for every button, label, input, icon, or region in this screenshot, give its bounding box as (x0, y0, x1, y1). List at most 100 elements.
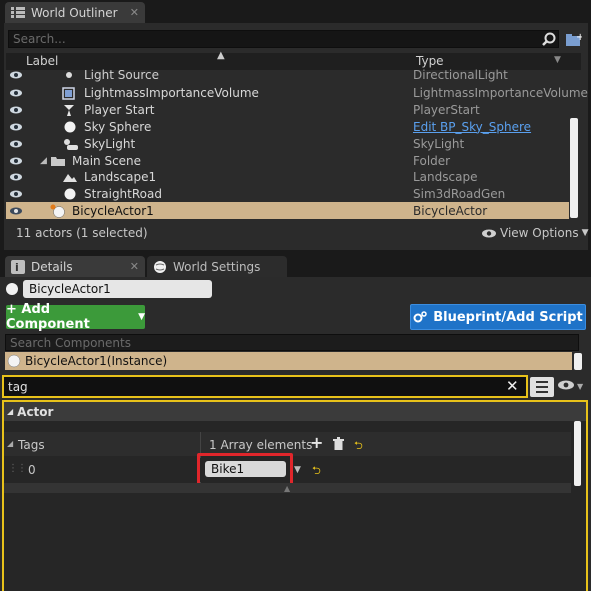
grip-icon[interactable]: ▲ (284, 484, 290, 493)
landscape-icon (63, 171, 77, 183)
tab-world-outliner[interactable]: World Outliner ✕ (5, 2, 145, 23)
view-options-button[interactable]: View Options ▼ (482, 226, 589, 240)
list-item[interactable]: Light Source DirectionalLight (6, 68, 569, 82)
actor-category-frame (2, 400, 588, 591)
chevron-down-icon[interactable]: ▼ (577, 382, 583, 391)
list-item[interactable]: StraightRoad Sim3dRoadGen (6, 185, 569, 202)
search-placeholder: Search... (13, 32, 66, 46)
volume-icon (62, 86, 76, 100)
tab-world-settings[interactable]: World Settings (147, 256, 287, 277)
list-item[interactable]: Sky Sphere Edit BP_Sky_Sphere (6, 118, 569, 135)
chevron-down-icon[interactable]: ▼ (294, 465, 301, 475)
visibility-eye-icon[interactable] (10, 170, 24, 184)
visibility-eye-icon[interactable] (10, 86, 24, 100)
row-label: StraightRoad (84, 186, 162, 201)
list-item-selected[interactable]: BicycleActor1 BicycleActor (6, 202, 569, 219)
visibility-eye-icon[interactable] (10, 103, 24, 117)
search-components-input[interactable]: Search Components (5, 334, 579, 351)
blueprint-gear-icon (413, 310, 427, 324)
actor-count: 11 actors (1 selected) (16, 226, 148, 240)
list-item[interactable]: Landscape1 Landscape (6, 168, 569, 185)
close-icon[interactable]: ✕ (130, 260, 139, 273)
column-type[interactable]: Type (416, 54, 444, 68)
row-type: BicycleActor (413, 203, 488, 218)
property-search-input[interactable]: tag (4, 377, 526, 396)
visibility-eye-icon[interactable] (10, 154, 24, 168)
visibility-eye-icon[interactable] (10, 204, 24, 218)
globe-icon (153, 260, 167, 274)
directional-light-icon (62, 69, 76, 81)
row-type: Landscape (413, 169, 478, 184)
list-item[interactable]: SkyLight SkyLight (6, 135, 569, 152)
row-type: Sim3dRoadGen (413, 186, 506, 201)
chevron-down-icon: ▼ (138, 312, 145, 322)
edit-blueprint-link[interactable]: Edit BP_Sky_Sphere (413, 120, 531, 134)
chevron-down-icon: ▼ (581, 228, 589, 238)
search-icon[interactable] (540, 30, 558, 48)
column-label[interactable]: Label (26, 54, 58, 68)
row-label: Landscape1 (84, 169, 157, 184)
clear-search-icon[interactable]: ✕ (506, 377, 519, 395)
visibility-eye-icon[interactable] (10, 187, 24, 201)
svg-text:+: + (576, 32, 582, 43)
visibility-eye-icon[interactable] (10, 120, 24, 134)
list-item[interactable]: ◢ Main Scene Folder (6, 152, 569, 169)
create-folder-icon[interactable]: + (563, 29, 583, 49)
row-type: SkyLight (413, 136, 465, 151)
svg-text:i: i (15, 261, 19, 274)
row-label: Light Source (84, 68, 159, 82)
row-type: DirectionalLight (413, 68, 508, 82)
list-item[interactable]: LightmassImportanceVolume LightmassImpor… (6, 84, 588, 101)
reset-default-icon[interactable]: ⮌ (354, 437, 363, 456)
close-icon[interactable]: ✕ (130, 6, 139, 19)
skylight-icon (61, 137, 79, 151)
row-type: LightmassImportanceVolume (413, 85, 588, 100)
tab-label: World Settings (173, 259, 261, 274)
add-element-icon[interactable]: + (310, 433, 323, 452)
outliner-scrollbar[interactable] (570, 118, 578, 218)
sphere-icon (63, 187, 77, 201)
sort-arrow-icon: ▲ (217, 50, 225, 61)
reset-default-icon[interactable]: ⮌ (312, 462, 321, 481)
component-instance-row[interactable]: BicycleActor1(Instance) (5, 352, 572, 370)
tab-details[interactable]: i Details ✕ (5, 256, 145, 277)
row-type: Folder (413, 153, 451, 168)
expand-arrow-icon[interactable]: ◢ (7, 439, 13, 448)
visibility-eye-icon[interactable] (10, 137, 24, 151)
list-item[interactable]: Player Start PlayerStart (6, 101, 569, 118)
sphere-icon (63, 120, 77, 134)
row-label: Player Start (84, 102, 155, 117)
element-index-label: 0 (28, 463, 36, 477)
drag-handle-icon[interactable]: ⋮⋮ (8, 463, 27, 474)
tags-label: Tags (18, 438, 45, 452)
category-header-actor[interactable]: ◢ Actor (4, 402, 586, 421)
property-matrix-icon[interactable] (530, 377, 554, 397)
blueprint-add-script-button[interactable]: Blueprint/Add Script (410, 304, 586, 330)
actor-sphere-icon (5, 282, 19, 296)
details-scrollbar[interactable] (574, 421, 581, 486)
array-elements-label: 1 Array elements (209, 438, 313, 452)
outliner-search-input[interactable]: Search... (8, 30, 559, 48)
eye-icon (482, 229, 496, 238)
row-label: Sky Sphere (84, 119, 152, 134)
row-label: BicycleActor1 (72, 203, 154, 218)
trash-icon[interactable] (333, 437, 344, 450)
collapse-arrow-icon: ◢ (7, 407, 14, 416)
search-components-placeholder: Search Components (10, 335, 131, 350)
actor-name-input[interactable]: BicycleActor1 (23, 280, 212, 298)
row-label: SkyLight (84, 136, 136, 151)
row-label: Main Scene (72, 153, 142, 168)
row-type: PlayerStart (413, 102, 480, 117)
row-label: LightmassImportanceVolume (84, 85, 259, 100)
tab-label: World Outliner (31, 5, 118, 20)
outliner-icon (11, 6, 25, 19)
visibility-eye-icon[interactable] (558, 380, 574, 390)
visibility-eye-icon[interactable] (10, 68, 24, 82)
tag-value-input[interactable]: Bike1 (205, 461, 286, 477)
add-component-label: + Add Component (6, 302, 90, 332)
add-component-button[interactable]: + Add Component ▼ (6, 302, 145, 332)
column-dropdown-icon[interactable]: ▼ (554, 55, 561, 65)
components-scrollbar[interactable] (574, 353, 582, 370)
tab-label: Details (31, 259, 73, 274)
expand-arrow-icon[interactable]: ◢ (40, 156, 47, 166)
